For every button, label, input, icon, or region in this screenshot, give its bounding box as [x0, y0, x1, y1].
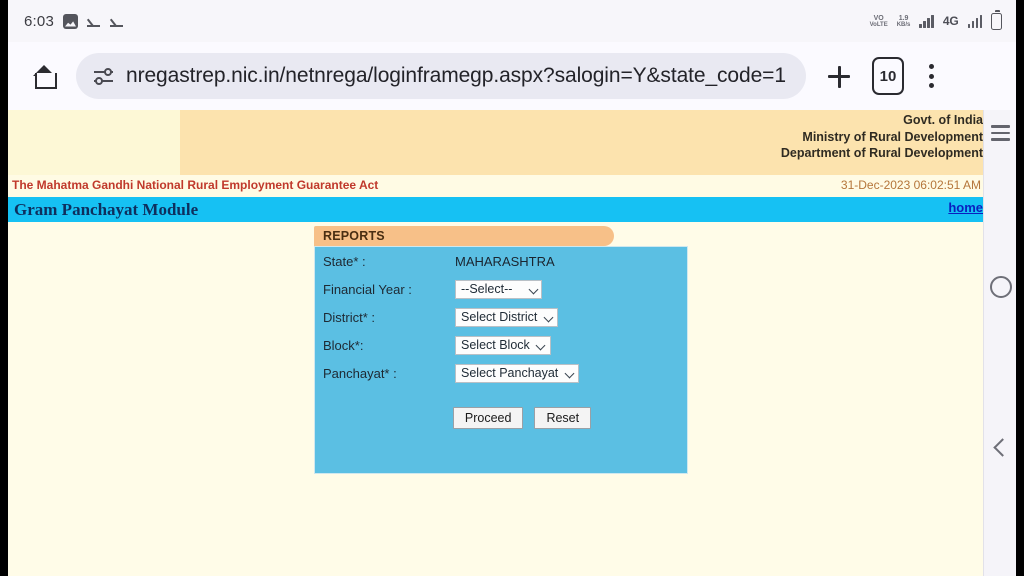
overflow-menu-icon: [928, 64, 934, 69]
panchayat-label: Panchayat* :: [323, 365, 397, 381]
chevron-down-icon-2: [544, 313, 553, 322]
home-icon: [32, 65, 57, 89]
webpage-content: Govt. of India Ministry of Rural Develop…: [8, 110, 983, 576]
battery-icon: [991, 10, 1002, 30]
module-bar: Gram Panchayat Module home: [8, 197, 983, 222]
financial-year-select[interactable]: --Select--: [455, 279, 543, 299]
phone-viewport: 6:03 VO VoLTE 1.9 KB/s 4G nregastrep.nic…: [8, 0, 1016, 576]
form-row-district: District* : Select District: [315, 303, 687, 331]
financial-year-value: --Select--: [461, 282, 513, 296]
site-settings-icon[interactable]: [94, 68, 113, 85]
panchayat-select[interactable]: Select Panchayat: [455, 363, 580, 383]
recents-button[interactable]: [984, 116, 1016, 150]
govt-line-1: Govt. of India: [903, 113, 983, 127]
reports-tab-label: REPORTS: [323, 229, 385, 243]
home-link[interactable]: home: [948, 200, 983, 215]
tab-switcher-button[interactable]: 10: [872, 57, 904, 95]
chevron-down-icon: [529, 285, 538, 294]
govt-header-text: Govt. of India Ministry of Rural Develop…: [781, 112, 983, 162]
recents-icon: [991, 125, 1010, 128]
back-icon: [993, 437, 1012, 457]
state-value: MAHARASHTRA: [455, 253, 555, 269]
act-title-row: The Mahatma Gandhi National Rural Employ…: [8, 175, 983, 197]
system-home-button[interactable]: [984, 270, 1016, 304]
reports-tab[interactable]: REPORTS: [314, 226, 614, 246]
server-datetime: 31-Dec-2023 06:02:51 AM: [840, 178, 981, 192]
page-body: REPORTS State* : MAHARASHTRA Financial Y…: [8, 222, 983, 501]
govt-line-2: Ministry of Rural Development: [802, 129, 983, 144]
android-navigation-bar: [983, 110, 1016, 576]
block-value: Select Block: [461, 338, 530, 352]
browser-home-button[interactable]: [22, 54, 66, 98]
form-button-row: Proceed Reset: [315, 407, 689, 429]
form-row-block: Block*: Select Block: [315, 331, 687, 359]
network-speed-unit: KB/s: [896, 21, 911, 28]
volte-label-top: VO: [873, 14, 884, 22]
signal-bars-icon-2: [967, 14, 982, 28]
network-speed-indicator: 1.9 KB/s: [897, 15, 911, 28]
download-complete-icon-2: [110, 14, 124, 28]
signal-bars-icon: [919, 14, 934, 28]
chevron-down-icon-4: [565, 369, 574, 378]
status-time: 6:03: [24, 12, 54, 30]
screen-root: 6:03 VO VoLTE 1.9 KB/s 4G nregastrep.nic…: [0, 0, 1024, 576]
browser-toolbar: nregastrep.nic.in/netnrega/loginframegp.…: [8, 42, 1016, 110]
volte-label-bottom: VoLTE: [869, 21, 888, 28]
district-label: District* :: [323, 309, 375, 325]
block-label: Block*:: [323, 337, 364, 353]
act-title: The Mahatma Gandhi National Rural Employ…: [12, 178, 379, 192]
form-row-state: State* : MAHARASHTRA: [315, 247, 687, 275]
tab-count-label: 10: [879, 67, 897, 85]
network-type-label: 4G: [942, 14, 959, 28]
url-text[interactable]: nregastrep.nic.in/netnrega/loginframegp.…: [126, 64, 786, 88]
status-bar: 6:03 VO VoLTE 1.9 KB/s 4G: [8, 0, 1016, 42]
page-title: Gram Panchayat Module: [14, 199, 199, 219]
proceed-button[interactable]: Proceed: [452, 407, 524, 429]
govt-line-3: Department of Rural Development: [780, 146, 983, 160]
photo-icon: [63, 13, 78, 29]
address-bar[interactable]: nregastrep.nic.in/netnrega/loginframegp.…: [76, 53, 806, 99]
site-header: Govt. of India Ministry of Rural Develop…: [8, 110, 983, 175]
network-speed-value: 1.9: [898, 14, 909, 22]
reset-button[interactable]: Reset: [534, 407, 592, 429]
form-row-panchayat: Panchayat* : Select Panchayat: [315, 359, 687, 387]
panchayat-value: Select Panchayat: [461, 366, 559, 380]
district-select[interactable]: Select District: [455, 307, 559, 327]
chevron-down-icon-3: [537, 341, 546, 350]
form-row-financial-year: Financial Year : --Select--: [315, 275, 687, 303]
state-label: State* :: [323, 253, 366, 269]
reports-form-panel: State* : MAHARASHTRA Financial Year : --…: [314, 246, 688, 474]
download-complete-icon: [87, 14, 101, 28]
browser-menu-button[interactable]: [914, 56, 948, 96]
status-bar-left: 6:03: [24, 13, 124, 30]
district-value: Select District: [461, 310, 538, 324]
financial-year-label: Financial Year :: [323, 281, 412, 297]
new-tab-button[interactable]: [816, 53, 862, 99]
block-select[interactable]: Select Block: [455, 335, 551, 355]
home-icon-circle: [989, 276, 1012, 298]
volte-indicator: VO VoLTE: [870, 15, 888, 28]
status-bar-right: VO VoLTE 1.9 KB/s 4G: [870, 10, 1002, 30]
system-back-button[interactable]: [984, 430, 1016, 464]
